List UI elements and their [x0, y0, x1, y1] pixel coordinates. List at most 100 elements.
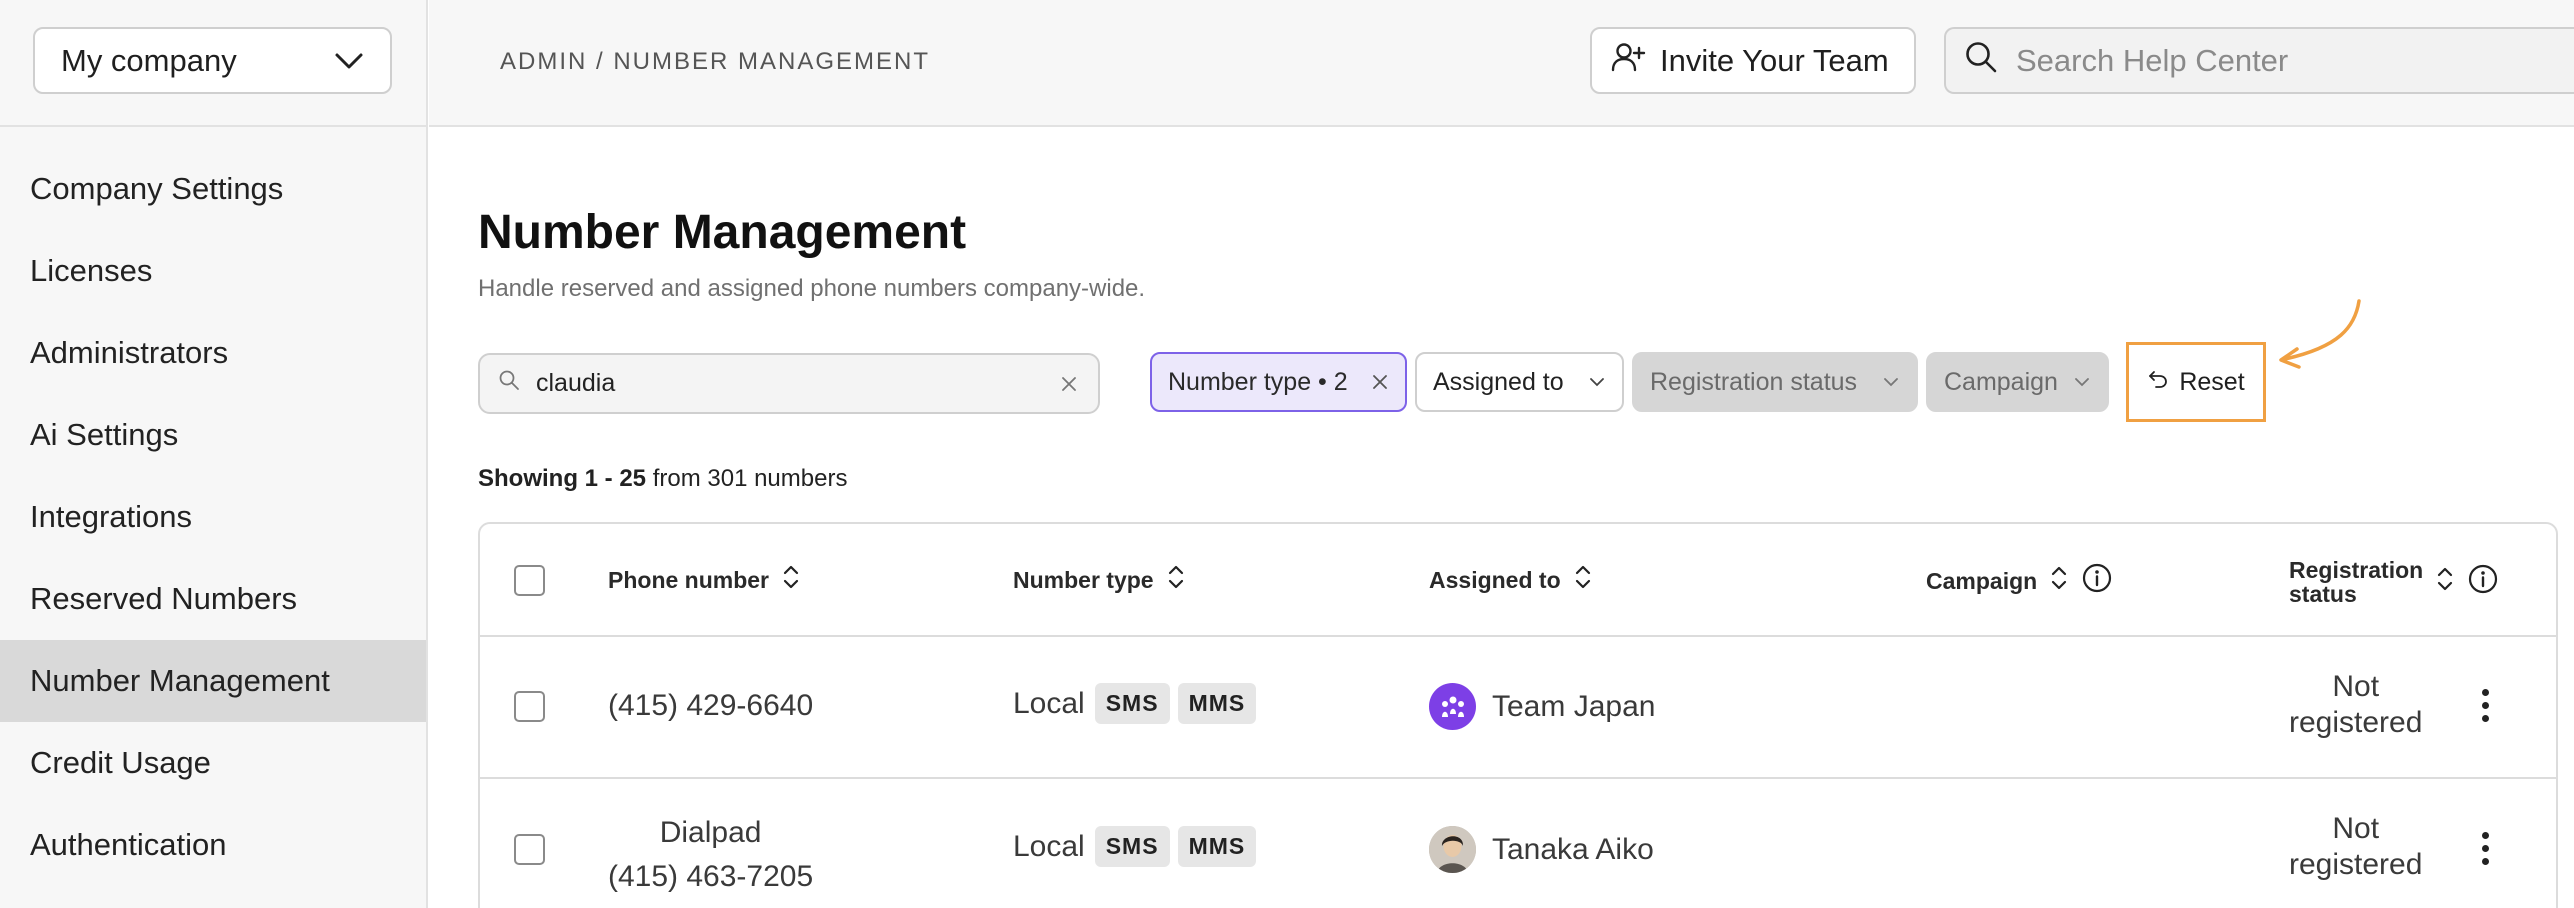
table-header: Phone number Number type Assigned to Cam…	[480, 524, 2556, 637]
number-type-value: Local	[1013, 829, 1085, 863]
sidebar-item-authentication[interactable]: Authentication	[0, 804, 426, 886]
sidebar-item-credit-usage[interactable]: Credit Usage	[0, 722, 426, 804]
status-line2: registered	[2289, 706, 2423, 739]
chevron-down-icon	[334, 52, 364, 70]
page-subtitle: Handle reserved and assigned phone numbe…	[478, 275, 1146, 302]
search-icon	[498, 369, 520, 398]
sidebar-item-administrators[interactable]: Administrators	[0, 312, 426, 394]
column-phone-number-label: Phone number	[608, 566, 770, 593]
row-checkbox[interactable]	[514, 834, 545, 865]
status-line1: Not	[2332, 812, 2380, 845]
status-line1: Not	[2332, 670, 2380, 703]
breadcrumb: ADMIN / NUMBER MANAGEMENT	[500, 48, 931, 75]
results-range: Showing 1 - 25	[478, 465, 647, 492]
assignee-name: Team Japan	[1492, 689, 1656, 723]
column-number-type[interactable]: Number type	[1013, 562, 1186, 598]
undo-icon	[2147, 368, 2169, 397]
top-header: ADMIN / NUMBER MANAGEMENT Invite Your Te…	[429, 0, 2574, 127]
column-registration-status-line2: status	[2289, 581, 2357, 607]
phone-value: (415) 463-7205	[608, 860, 814, 893]
sort-icon[interactable]	[781, 562, 801, 598]
help-search-placeholder: Search Help Center	[2016, 42, 2289, 78]
select-all-checkbox[interactable]	[514, 565, 545, 596]
sidebar: My company Company Settings Licenses Adm…	[0, 0, 428, 908]
filter-registration-status[interactable]: Registration status	[1632, 352, 1918, 412]
column-campaign[interactable]: Campaign	[1926, 562, 2113, 600]
chevron-down-icon	[2073, 376, 2091, 388]
column-campaign-label: Campaign	[1926, 567, 2038, 594]
info-icon[interactable]	[2081, 562, 2113, 600]
filter-number-type[interactable]: Number type • 2	[1150, 352, 1407, 412]
phone-number-cell: Dialpad (415) 463-7205	[608, 811, 813, 899]
mms-tag: MMS	[1177, 683, 1257, 724]
column-phone-number[interactable]: Phone number	[608, 562, 801, 598]
sms-tag: SMS	[1094, 826, 1170, 867]
registration-status-cell: Not registered	[2289, 811, 2422, 883]
row-more-options-icon[interactable]	[2482, 689, 2489, 722]
sidebar-divider	[0, 125, 428, 127]
help-center-search[interactable]: Search Help Center	[1944, 27, 2574, 94]
chevron-down-icon	[1882, 376, 1900, 388]
sidebar-item-integrations[interactable]: Integrations	[0, 476, 426, 558]
assigned-to-cell[interactable]: Tanaka Aiko	[1429, 826, 1654, 873]
phone-label: Dialpad	[659, 816, 762, 849]
filter-campaign-label: Campaign	[1944, 367, 2058, 396]
main-content: Number Management Handle reserved and as…	[429, 127, 2574, 908]
numbers-table: Phone number Number type Assigned to Cam…	[478, 522, 2558, 908]
sort-icon[interactable]	[1573, 562, 1593, 598]
company-selector[interactable]: My company	[33, 27, 392, 94]
page-title: Number Management	[478, 206, 967, 259]
mms-tag: MMS	[1177, 826, 1257, 867]
add-user-icon	[1610, 39, 1646, 83]
person-avatar	[1429, 826, 1476, 873]
phone-number-cell: (415) 429-6640	[608, 689, 814, 722]
filter-campaign[interactable]: Campaign	[1926, 352, 2109, 412]
assigned-to-cell[interactable]: Team Japan	[1429, 683, 1655, 730]
column-assigned-to-label: Assigned to	[1429, 566, 1561, 593]
sidebar-nav: Company Settings Licenses Administrators…	[0, 148, 426, 886]
sidebar-item-company-settings[interactable]: Company Settings	[0, 148, 426, 230]
reset-label: Reset	[2179, 367, 2245, 396]
table-row[interactable]: (415) 429-6640 Local SMS MMS Team Japan …	[480, 637, 2556, 779]
remove-filter-icon[interactable]	[1371, 373, 1389, 391]
number-search-input[interactable]: claudia	[478, 353, 1100, 414]
search-icon	[1964, 40, 1998, 82]
chevron-down-icon	[1588, 376, 1606, 388]
row-checkbox[interactable]	[514, 691, 545, 722]
sidebar-item-ai-settings[interactable]: Ai Settings	[0, 394, 426, 476]
app-root: My company Company Settings Licenses Adm…	[0, 0, 2574, 908]
column-assigned-to[interactable]: Assigned to	[1429, 562, 1593, 598]
filter-assigned-to-label: Assigned to	[1433, 367, 1564, 396]
sort-icon[interactable]	[1166, 562, 1186, 598]
table-row[interactable]: Dialpad (415) 463-7205 Local SMS MMS Tan…	[480, 779, 2556, 908]
assignee-name: Tanaka Aiko	[1492, 832, 1654, 866]
results-count: Showing 1 - 25 from 301 numbers	[478, 465, 847, 493]
invite-team-label: Invite Your Team	[1660, 42, 1889, 78]
filter-registration-status-label: Registration status	[1650, 367, 1858, 396]
results-total: from 301 numbers	[652, 465, 848, 492]
company-selector-value: My company	[61, 42, 237, 78]
column-registration-status[interactable]: Registration status	[2289, 558, 2499, 606]
team-avatar	[1429, 683, 1476, 730]
filter-assigned-to[interactable]: Assigned to	[1415, 352, 1624, 412]
info-icon[interactable]	[2467, 563, 2499, 601]
sidebar-item-reserved-numbers[interactable]: Reserved Numbers	[0, 558, 426, 640]
sms-tag: SMS	[1094, 683, 1170, 724]
row-more-options-icon[interactable]	[2482, 832, 2489, 865]
sort-icon[interactable]	[2435, 564, 2455, 600]
number-type-cell: Local SMS MMS	[1013, 826, 1257, 867]
sort-icon[interactable]	[2049, 563, 2069, 599]
status-line2: registered	[2289, 848, 2423, 881]
number-type-value: Local	[1013, 686, 1085, 720]
filter-number-type-label: Number type • 2	[1168, 367, 1348, 396]
sidebar-item-number-management[interactable]: Number Management	[0, 640, 426, 722]
invite-team-button[interactable]: Invite Your Team	[1590, 27, 1916, 94]
clear-search-icon[interactable]	[1060, 375, 1078, 393]
number-type-cell: Local SMS MMS	[1013, 683, 1257, 724]
sidebar-item-licenses[interactable]: Licenses	[0, 230, 426, 312]
column-registration-status-line1: Registration	[2289, 557, 2424, 583]
column-number-type-label: Number type	[1013, 566, 1154, 593]
column-registration-status-label: Registration status	[2289, 558, 2423, 606]
reset-filters-button[interactable]: Reset	[2126, 342, 2266, 422]
registration-status-cell: Not registered	[2289, 669, 2422, 741]
